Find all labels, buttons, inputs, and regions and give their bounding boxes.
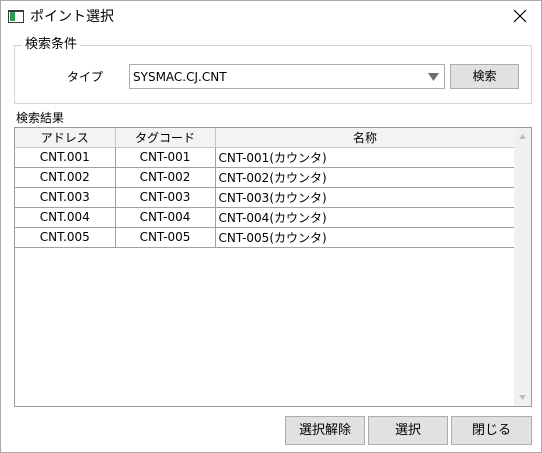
cell-tagcode: CNT-002 bbox=[115, 167, 216, 188]
scroll-up-icon bbox=[519, 134, 526, 139]
search-results-label: 検索結果 bbox=[16, 111, 65, 125]
column-header-name[interactable]: 名称 bbox=[215, 128, 516, 148]
type-select[interactable]: SYSMAC.CJ.CNT bbox=[129, 64, 445, 89]
cell-name: CNT-005(カウンタ) bbox=[215, 227, 516, 248]
results-table: アドレス タグコード 名称 CNT.001 CNT-001 CNT-001(カウ… bbox=[15, 128, 516, 248]
search-conditions-legend: 検索条件 bbox=[22, 37, 81, 53]
point-select-dialog: ポイント選択 検索条件 タイプ SYSMAC.CJ.CNT 検索 検索結果 アド… bbox=[0, 0, 542, 453]
cell-address: CNT.005 bbox=[15, 227, 116, 248]
table-row[interactable]: CNT.003 CNT-003 CNT-003(カウンタ) bbox=[15, 187, 516, 208]
scroll-down-button[interactable] bbox=[514, 389, 531, 406]
cell-address: CNT.004 bbox=[15, 207, 116, 228]
header-row: アドレス タグコード 名称 bbox=[15, 128, 516, 148]
select-button[interactable]: 選択 bbox=[368, 416, 448, 445]
cell-name: CNT-004(カウンタ) bbox=[215, 207, 516, 228]
cell-tagcode: CNT-003 bbox=[115, 187, 216, 208]
scroll-up-button[interactable] bbox=[514, 128, 531, 145]
cell-address: CNT.002 bbox=[15, 167, 116, 188]
dropdown-arrow-icon bbox=[428, 73, 439, 81]
type-label: タイプ bbox=[67, 70, 104, 84]
close-icon bbox=[513, 9, 527, 23]
column-header-tagcode[interactable]: タグコード bbox=[115, 128, 216, 148]
table-row[interactable]: CNT.001 CNT-001 CNT-001(カウンタ) bbox=[15, 147, 516, 168]
scroll-down-icon bbox=[519, 395, 526, 400]
title-bar: ポイント選択 bbox=[1, 1, 541, 31]
close-window-button[interactable] bbox=[511, 7, 529, 25]
table-row[interactable]: CNT.005 CNT-005 CNT-005(カウンタ) bbox=[15, 227, 516, 248]
cell-name: CNT-003(カウンタ) bbox=[215, 187, 516, 208]
results-grid: アドレス タグコード 名称 CNT.001 CNT-001 CNT-001(カウ… bbox=[14, 127, 532, 407]
app-icon bbox=[8, 10, 24, 23]
window-title: ポイント選択 bbox=[30, 9, 114, 25]
cell-name: CNT-001(カウンタ) bbox=[215, 147, 516, 168]
close-button[interactable]: 閉じる bbox=[451, 416, 532, 445]
cell-tagcode: CNT-005 bbox=[115, 227, 216, 248]
search-button[interactable]: 検索 bbox=[450, 64, 519, 89]
clear-selection-button[interactable]: 選択解除 bbox=[285, 416, 365, 445]
cell-tagcode: CNT-004 bbox=[115, 207, 216, 228]
vertical-scrollbar[interactable] bbox=[514, 128, 531, 406]
table-row[interactable]: CNT.002 CNT-002 CNT-002(カウンタ) bbox=[15, 167, 516, 188]
cell-address: CNT.003 bbox=[15, 187, 116, 208]
table-row[interactable]: CNT.004 CNT-004 CNT-004(カウンタ) bbox=[15, 207, 516, 228]
column-header-address[interactable]: アドレス bbox=[15, 128, 116, 148]
cell-name: CNT-002(カウンタ) bbox=[215, 167, 516, 188]
cell-address: CNT.001 bbox=[15, 147, 116, 168]
type-select-value: SYSMAC.CJ.CNT bbox=[133, 70, 227, 84]
cell-tagcode: CNT-001 bbox=[115, 147, 216, 168]
